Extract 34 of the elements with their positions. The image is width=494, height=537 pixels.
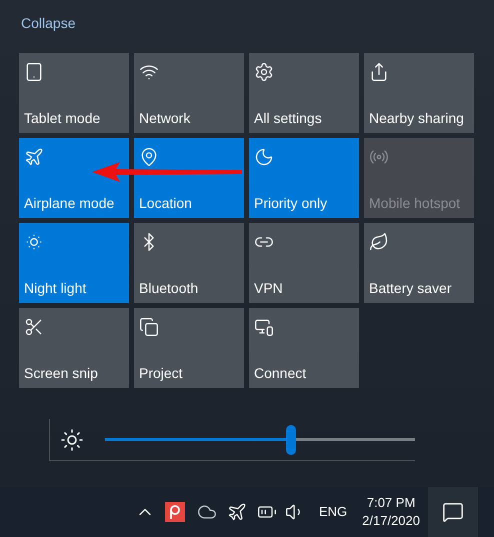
monitor-phone-icon	[254, 317, 274, 337]
clock-date[interactable]: 2/17/2020	[362, 512, 420, 530]
quick-action-tile[interactable]: Location	[134, 138, 244, 218]
quick-action-tile[interactable]: Night light	[19, 223, 129, 303]
app-tray-icon[interactable]	[164, 502, 185, 522]
collapse-link[interactable]: Collapse	[21, 15, 76, 31]
screens-icon	[139, 317, 159, 337]
quick-action-tile[interactable]: Project	[134, 308, 244, 388]
brightness-icon	[60, 428, 84, 452]
clock-time[interactable]: 7:07 PM	[366, 494, 416, 512]
moon-icon	[254, 147, 274, 167]
tablet-icon	[24, 62, 44, 82]
quick-action-tile[interactable]: Screen snip	[19, 308, 129, 388]
quick-action-tile[interactable]: Nearby sharing	[364, 53, 474, 133]
map-pin-icon	[139, 147, 159, 167]
action-center-button[interactable]	[428, 487, 478, 537]
quick-action-tile[interactable]: All settings	[249, 53, 359, 133]
share-icon	[369, 62, 389, 82]
quick-action-tile[interactable]: Battery saver	[364, 223, 474, 303]
scissors-icon	[24, 317, 44, 337]
language-indicator[interactable]: ENG	[318, 502, 348, 522]
sun-icon	[24, 232, 44, 252]
notification-icon	[442, 501, 464, 523]
quick-action-tile[interactable]: VPN	[249, 223, 359, 303]
airplane-icon	[24, 147, 44, 167]
airplane-icon[interactable]	[226, 502, 247, 522]
quick-action-tile[interactable]: Priority only	[249, 138, 359, 218]
quick-action-tile[interactable]: Connect	[249, 308, 359, 388]
settings-icon	[254, 62, 274, 82]
leaf-icon	[369, 232, 389, 252]
quick-action-tile[interactable]: Airplane mode	[19, 138, 129, 218]
quick-action-tile[interactable]: Bluetooth	[134, 223, 244, 303]
quick-action-tile[interactable]: Network	[134, 53, 244, 133]
quick-action-tile[interactable]: Tablet mode	[19, 53, 129, 133]
